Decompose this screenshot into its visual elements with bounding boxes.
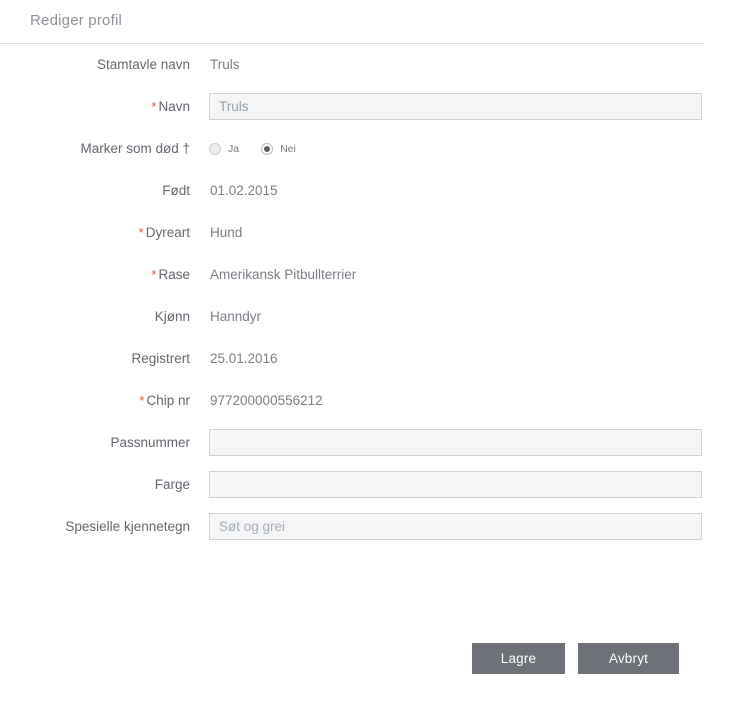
form-row: Registrert 25.01.2016 bbox=[0, 338, 733, 380]
required-marker: * bbox=[139, 393, 144, 408]
form-actions: Lagre Avbryt bbox=[0, 643, 733, 675]
field-label-passnummer: Passnummer bbox=[0, 422, 190, 464]
page-title: Rediger profil bbox=[30, 12, 122, 29]
required-marker: * bbox=[139, 225, 144, 240]
form-row: Født 01.02.2015 bbox=[0, 170, 733, 212]
field-label-text: Rase bbox=[158, 267, 190, 282]
field-label-text: Passnummer bbox=[110, 435, 190, 450]
edit-profile-page: Rediger profil Stamtavle navnTruls*NavnM… bbox=[0, 0, 733, 712]
field-value-kjønn: Hanndyr bbox=[210, 296, 261, 338]
radio-option-label: Ja bbox=[228, 143, 239, 155]
radio-option-nei[interactable]: Nei bbox=[261, 128, 296, 170]
field-value-født: 01.02.2015 bbox=[210, 170, 278, 212]
form-row: Farge bbox=[0, 464, 733, 506]
field-value-dyreart: Hund bbox=[210, 212, 242, 254]
field-label-text: Kjønn bbox=[155, 309, 190, 324]
field-input-navn[interactable] bbox=[209, 93, 702, 120]
radio-checked-icon[interactable] bbox=[261, 143, 273, 155]
field-label-spesielle-kjennetegn: Spesielle kjennetegn bbox=[0, 506, 190, 548]
field-label-text: Registrert bbox=[131, 351, 190, 366]
field-label-navn: *Navn bbox=[0, 86, 190, 128]
field-label-stamtavle-navn: Stamtavle navn bbox=[0, 44, 190, 86]
field-label-marker-som-død: Marker som død † bbox=[0, 128, 190, 170]
field-label-text: Marker som død † bbox=[80, 141, 190, 156]
required-marker: * bbox=[151, 99, 156, 114]
field-label-farge: Farge bbox=[0, 464, 190, 506]
field-label-text: Navn bbox=[158, 99, 190, 114]
radio-option-ja[interactable]: Ja bbox=[209, 128, 239, 170]
required-marker: * bbox=[151, 267, 156, 282]
field-value-rase: Amerikansk Pitbullterrier bbox=[210, 254, 356, 296]
form-row: Spesielle kjennetegn bbox=[0, 506, 733, 548]
form-row: Stamtavle navn Truls bbox=[0, 44, 733, 86]
field-label-dyreart: *Dyreart bbox=[0, 212, 190, 254]
field-label-text: Chip nr bbox=[146, 393, 190, 408]
form-row: *Rase Amerikansk Pitbullterrier bbox=[0, 254, 733, 296]
field-label-text: Dyreart bbox=[146, 225, 190, 240]
form-row: Passnummer bbox=[0, 422, 733, 464]
form-row: Marker som død † Ja Nei bbox=[0, 128, 733, 170]
field-label-kjønn: Kjønn bbox=[0, 296, 190, 338]
field-label-text: Stamtavle navn bbox=[97, 57, 190, 72]
form-row: Kjønn Hanndyr bbox=[0, 296, 733, 338]
radio-group-marker-som-død: Ja Nei bbox=[209, 128, 318, 170]
field-input-spesielle-kjennetegn[interactable] bbox=[209, 513, 702, 540]
field-label-text: Født bbox=[162, 183, 190, 198]
field-value-chip-nr: 977200000556212 bbox=[210, 380, 323, 422]
field-label-chip-nr: *Chip nr bbox=[0, 380, 190, 422]
field-input-farge[interactable] bbox=[209, 471, 702, 498]
field-label-rase: *Rase bbox=[0, 254, 190, 296]
edit-profile-form: Stamtavle navnTruls*NavnMarker som død †… bbox=[0, 44, 733, 548]
field-value-registrert: 25.01.2016 bbox=[210, 338, 278, 380]
cancel-button[interactable]: Avbryt bbox=[578, 643, 679, 674]
form-row: *Chip nr 977200000556212 bbox=[0, 380, 733, 422]
field-label-text: Spesielle kjennetegn bbox=[65, 519, 190, 534]
field-label-født: Født bbox=[0, 170, 190, 212]
page-header: Rediger profil bbox=[0, 0, 704, 44]
form-row: *Navn bbox=[0, 86, 733, 128]
field-label-registrert: Registrert bbox=[0, 338, 190, 380]
form-row: *Dyreart Hund bbox=[0, 212, 733, 254]
field-value-stamtavle-navn: Truls bbox=[210, 44, 240, 86]
field-input-passnummer[interactable] bbox=[209, 429, 702, 456]
radio-option-label: Nei bbox=[280, 143, 296, 155]
save-button[interactable]: Lagre bbox=[472, 643, 565, 674]
radio-unchecked-icon[interactable] bbox=[209, 143, 221, 155]
field-label-text: Farge bbox=[155, 477, 190, 492]
